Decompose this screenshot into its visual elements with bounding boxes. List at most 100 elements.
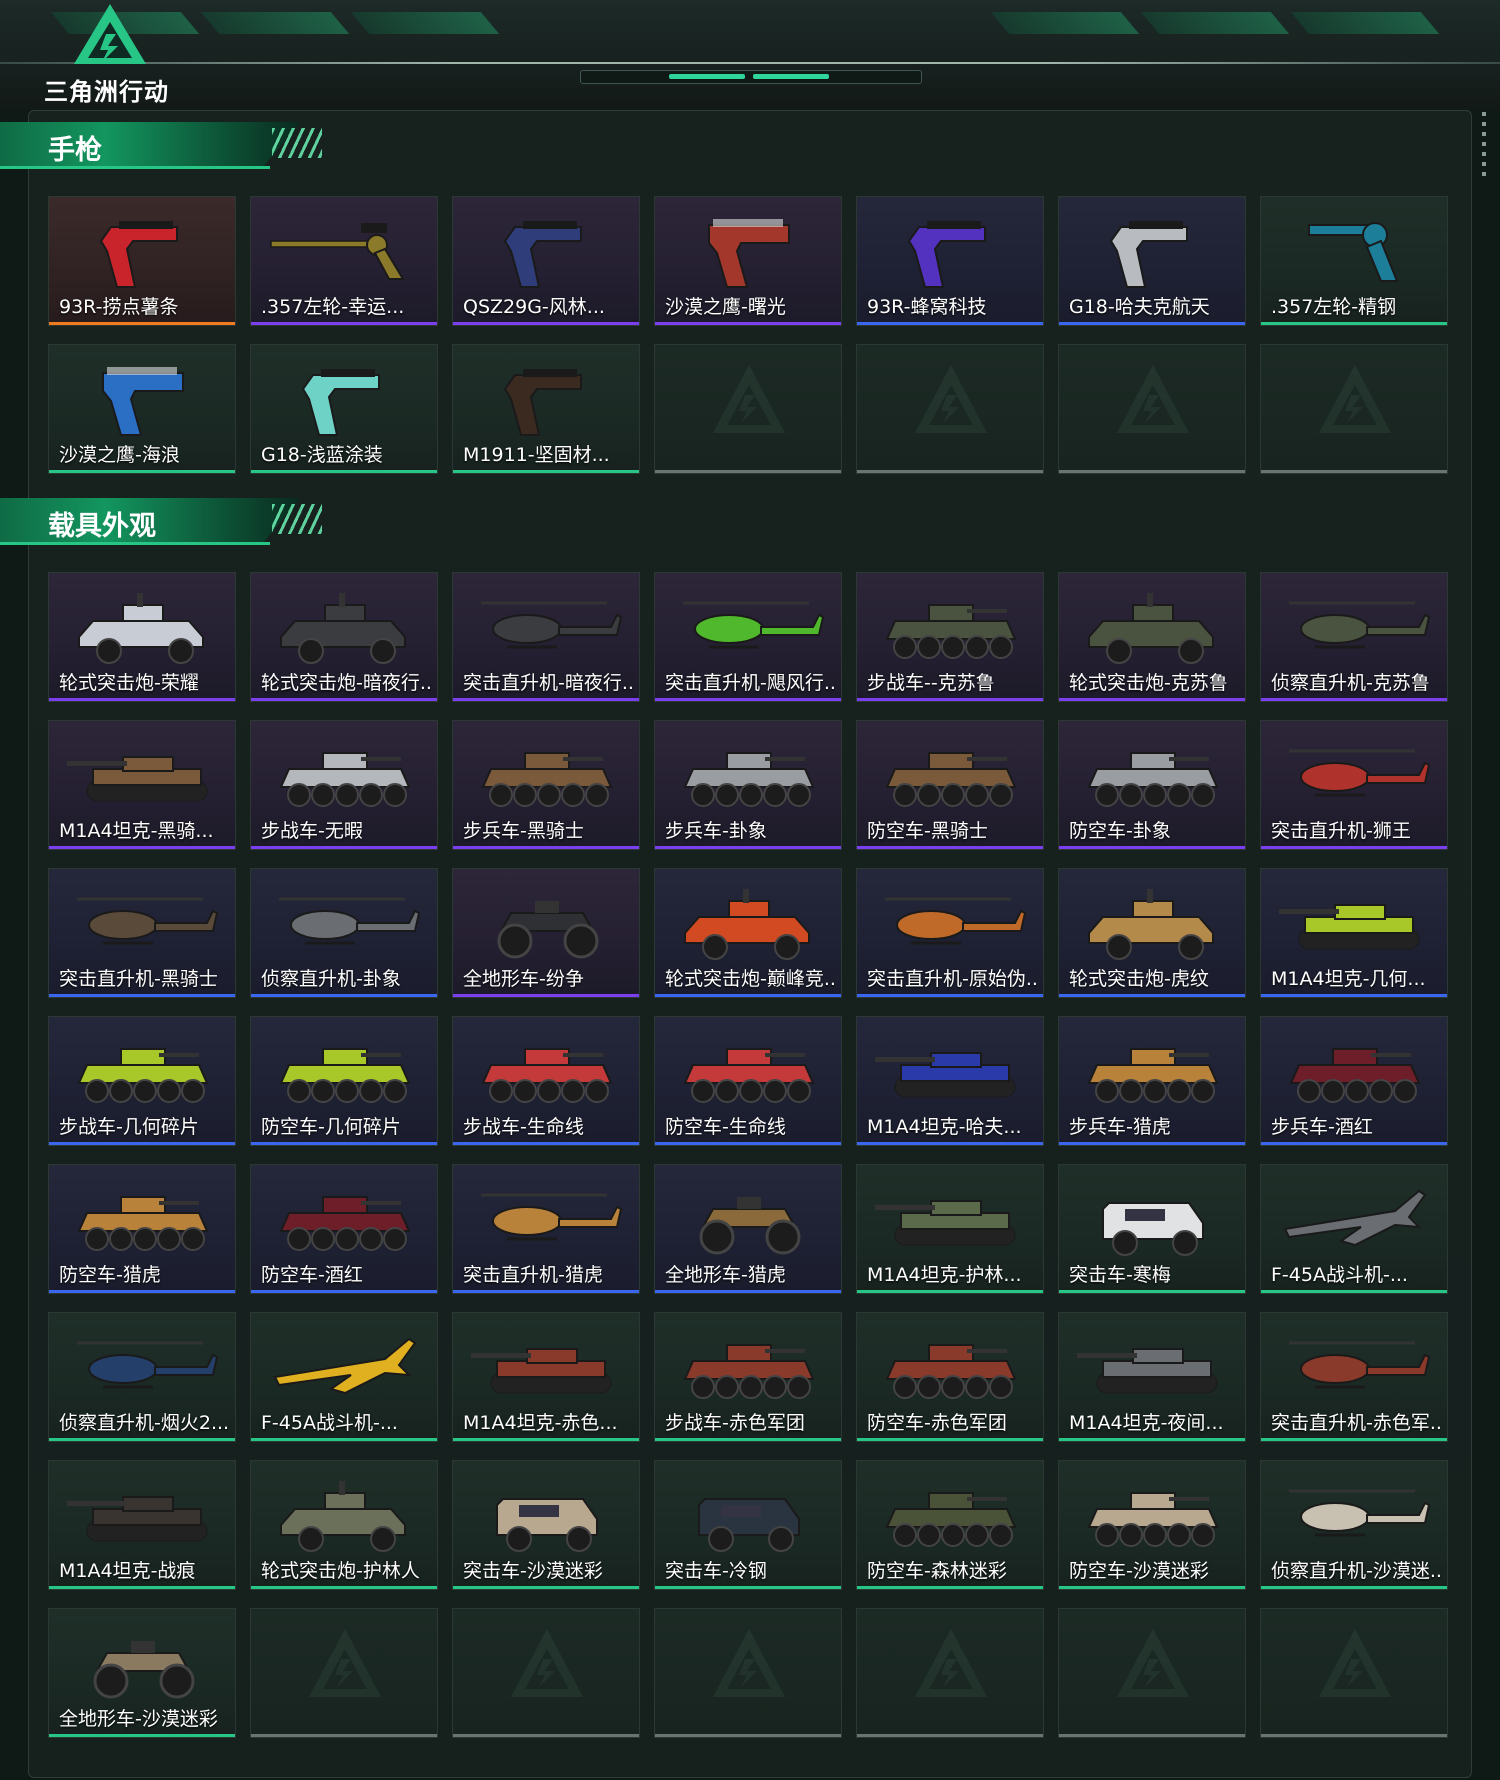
heli-skin-icon <box>77 1341 219 1389</box>
skin-tile[interactable]: 步战车-几何碎片 <box>48 1016 236 1146</box>
skin-tile[interactable]: 突击车-寒梅 <box>1058 1164 1246 1294</box>
apc-skin-icon <box>1087 1048 1219 1103</box>
skin-tile[interactable]: 轮式突击炮-暗夜行... <box>250 572 438 702</box>
skin-tile[interactable]: 步兵车-酒红 <box>1260 1016 1448 1146</box>
rarity-bar <box>857 322 1043 325</box>
atv-skin-icon <box>699 1197 801 1255</box>
skin-tile[interactable]: 步战车-无暇 <box>250 720 438 850</box>
rarity-bar <box>655 1290 841 1293</box>
skin-tile[interactable]: 突击直升机-黑骑士 <box>48 868 236 998</box>
car-skin-icon <box>280 593 406 664</box>
skin-tile[interactable]: 93R-蜂窝科技 <box>856 196 1044 326</box>
empty-slot <box>654 344 842 474</box>
rarity-bar <box>453 1438 639 1441</box>
rarity-bar <box>453 1142 639 1145</box>
skin-tile[interactable]: 沙漠之鹰-海浪 <box>48 344 236 474</box>
skin-tile[interactable]: 突击直升机-猎虎 <box>452 1164 640 1294</box>
skin-tile[interactable]: M1A4坦克-护林... <box>856 1164 1044 1294</box>
pistol-skin-grid: 93R-捞点薯条 .357左轮-幸运... QSZ29G-风林... 沙漠之鹰-曙光 9… <box>48 196 1448 474</box>
skin-name: 突击车-冷钢 <box>665 1560 767 1582</box>
skin-tile[interactable]: 步兵车-卦象 <box>654 720 842 850</box>
skin-tile[interactable]: 防空车-生命线 <box>654 1016 842 1146</box>
skin-name: 步战车-几何碎片 <box>59 1116 199 1138</box>
skin-tile[interactable]: F-45A战斗机-... <box>250 1312 438 1442</box>
skin-tile[interactable]: 突击直升机-暗夜行... <box>452 572 640 702</box>
skin-tile[interactable]: M1A4坦克-夜间... <box>1058 1312 1246 1442</box>
rarity-bar <box>49 322 235 325</box>
skin-name: 沙漠之鹰-曙光 <box>665 296 786 318</box>
skin-tile[interactable]: QSZ29G-风林... <box>452 196 640 326</box>
skin-tile[interactable]: 步战车-生命线 <box>452 1016 640 1146</box>
rarity-bar <box>453 1734 639 1737</box>
skin-name: 全地形车-沙漠迷彩 <box>59 1708 218 1730</box>
skin-tile[interactable]: 轮式突击炮-虎纹 <box>1058 868 1246 998</box>
pistol-skin-icon <box>503 221 582 288</box>
skin-tile[interactable]: 全地形车-纷争 <box>452 868 640 998</box>
skin-tile[interactable]: 突击车-冷钢 <box>654 1460 842 1590</box>
skin-tile[interactable]: .357左轮-幸运... <box>250 196 438 326</box>
skin-tile[interactable]: 侦察直升机-卦象 <box>250 868 438 998</box>
skin-tile[interactable]: 防空车-几何碎片 <box>250 1016 438 1146</box>
skin-tile[interactable]: 防空车-卦象 <box>1058 720 1246 850</box>
atv-skin-icon <box>497 901 599 959</box>
skin-tile[interactable]: 防空车-猎虎 <box>48 1164 236 1294</box>
scrollbar[interactable] <box>1482 112 1486 182</box>
rarity-bar <box>857 1734 1043 1737</box>
skin-name: M1A4坦克-黑骑... <box>59 820 214 842</box>
skin-tile[interactable]: 轮式突击炮-荣耀 <box>48 572 236 702</box>
skin-tile[interactable]: G18-浅蓝涂装 <box>250 344 438 474</box>
skin-tile[interactable]: 步战车-赤色军团 <box>654 1312 842 1442</box>
skin-tile[interactable]: M1A4坦克-哈夫... <box>856 1016 1044 1146</box>
skin-tile[interactable]: .357左轮-精钢 <box>1260 196 1448 326</box>
empty-slot <box>856 1608 1044 1738</box>
skin-tile[interactable]: 突击直升机-原始伪... <box>856 868 1044 998</box>
skin-tile[interactable]: 侦察直升机-沙漠迷... <box>1260 1460 1448 1590</box>
skin-tile[interactable]: M1A4坦克-几何... <box>1260 868 1448 998</box>
skin-tile[interactable]: F-45A战斗机-... <box>1260 1164 1448 1294</box>
skin-name: 轮式突击炮-暗夜行... <box>261 672 431 694</box>
skin-tile[interactable]: 步兵车-黑骑士 <box>452 720 640 850</box>
skin-tile[interactable]: 侦察直升机-烟火2... <box>48 1312 236 1442</box>
rarity-bar <box>49 1290 235 1293</box>
rarity-bar <box>857 1438 1043 1441</box>
skin-tile[interactable]: 突击直升机-狮王 <box>1260 720 1448 850</box>
skin-tile[interactable]: 93R-捞点薯条 <box>48 196 236 326</box>
skin-tile[interactable]: G18-哈夫克航天 <box>1058 196 1246 326</box>
pistol-skin-icon <box>301 369 380 436</box>
skin-tile[interactable]: 轮式突击炮-护林人 <box>250 1460 438 1590</box>
rarity-bar <box>453 698 639 701</box>
skin-tile[interactable]: M1911-坚固材... <box>452 344 640 474</box>
skin-name: 防空车-黑骑士 <box>867 820 988 842</box>
skin-tile[interactable]: 防空车-赤色军团 <box>856 1312 1044 1442</box>
skin-tile[interactable]: 突击直升机-赤色军... <box>1260 1312 1448 1442</box>
rarity-bar <box>49 470 235 473</box>
empty-slot <box>1058 344 1246 474</box>
skin-tile[interactable]: 防空车-森林迷彩 <box>856 1460 1044 1590</box>
game-logo-text: 三角洲行动 <box>44 78 169 106</box>
apc-skin-icon <box>683 1344 815 1399</box>
skin-tile[interactable]: 防空车-酒红 <box>250 1164 438 1294</box>
skin-tile[interactable]: M1A4坦克-黑骑... <box>48 720 236 850</box>
skin-tile[interactable]: 全地形车-沙漠迷彩 <box>48 1608 236 1738</box>
header-center-bar <box>580 70 922 84</box>
skin-tile[interactable]: 防空车-黑骑士 <box>856 720 1044 850</box>
skin-name: 步兵车-酒红 <box>1271 1116 1373 1138</box>
rarity-bar <box>1059 994 1245 997</box>
skin-tile[interactable]: 轮式突击炮-克苏鲁 <box>1058 572 1246 702</box>
skin-name: 侦察直升机-卦象 <box>261 968 401 990</box>
skin-tile[interactable]: 步兵车-猎虎 <box>1058 1016 1246 1146</box>
skin-tile[interactable]: 轮式突击炮-巅峰竞... <box>654 868 842 998</box>
skin-tile[interactable]: 突击直升机-飓风行... <box>654 572 842 702</box>
pistol-skin-icon <box>503 369 582 436</box>
skin-tile[interactable]: 防空车-沙漠迷彩 <box>1058 1460 1246 1590</box>
skin-tile[interactable]: 沙漠之鹰-曙光 <box>654 196 842 326</box>
apc-skin-icon <box>77 1196 209 1251</box>
rarity-bar <box>453 994 639 997</box>
skin-tile[interactable]: 侦察直升机-克苏鲁 <box>1260 572 1448 702</box>
skin-tile[interactable]: 步战车--克苏鲁 <box>856 572 1044 702</box>
skin-tile[interactable]: 突击车-沙漠迷彩 <box>452 1460 640 1590</box>
skin-tile[interactable]: M1A4坦克-战痕 <box>48 1460 236 1590</box>
skin-tile[interactable]: 全地形车-猎虎 <box>654 1164 842 1294</box>
skin-tile[interactable]: M1A4坦克-赤色... <box>452 1312 640 1442</box>
heli-skin-icon <box>683 601 825 649</box>
